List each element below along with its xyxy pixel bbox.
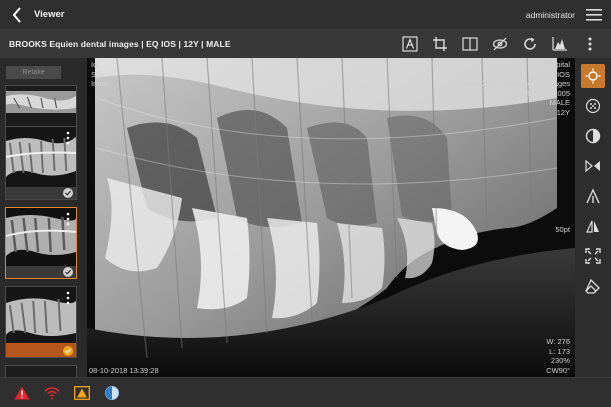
overlay-patient-fields: Id: Sex: Imag (91, 60, 108, 89)
more-options-icon[interactable] (66, 212, 70, 226)
overlay-line: MALE (549, 98, 570, 107)
wifi-error-icon[interactable] (44, 385, 60, 401)
eraser-icon[interactable] (581, 274, 605, 298)
overlay-line: W: 276 (546, 337, 570, 346)
image-toolbar (395, 33, 605, 55)
viewer-app: Viewer administrator BROOKS Equien denta… (0, 0, 611, 407)
overlay-line: DOB 08-15-2005 (513, 88, 570, 98)
hamburger-menu-icon[interactable] (585, 7, 603, 23)
xray-viewer[interactable]: Id: Sex: Imag Hospital EQ IOS BROOKS Equ… (87, 58, 575, 377)
split-view-icon[interactable] (455, 33, 485, 55)
top-bar: Viewer administrator (0, 0, 611, 30)
status-bar (0, 377, 611, 407)
thumbnail-item[interactable] (5, 126, 77, 200)
overlay-line: L: 173 (549, 346, 570, 356)
more-options-icon[interactable] (575, 33, 605, 55)
flip-horizontal-icon[interactable] (581, 154, 605, 178)
warning-icon[interactable] (74, 385, 90, 401)
overlay-timestamp: 08-10-2018 13:39:28 (89, 365, 159, 375)
more-options-icon[interactable] (66, 131, 70, 145)
thumbnail-item-selected[interactable] (5, 207, 77, 279)
check-icon (63, 267, 73, 277)
patient-info-bar: BROOKS Equien dental images | EQ IOS | 1… (0, 30, 611, 58)
overlay-study-info: Hospital EQ IOS BROOKS Equien dental ima… (464, 60, 570, 117)
check-icon (63, 346, 73, 356)
flip-vertical-icon[interactable] (581, 214, 605, 238)
chevron-left-icon (12, 6, 21, 23)
rotate-icon[interactable] (515, 33, 545, 55)
fit-to-screen-icon[interactable] (581, 244, 605, 268)
patient-header: BROOKS Equien dental images | EQ IOS | 1… (9, 39, 231, 49)
check-icon (63, 188, 73, 198)
overlay-line: Sex: (91, 69, 107, 79)
retake-button[interactable]: Retake (6, 66, 61, 79)
overlay-line: 230% (550, 356, 570, 365)
histogram-icon[interactable] (545, 33, 575, 55)
overlay-line: CW90° (546, 365, 570, 375)
overlay-line: Id: (91, 60, 100, 69)
adjustment-toolbar (575, 58, 611, 377)
annotation-icon[interactable] (395, 33, 425, 55)
overlay-window-level: W: 276 L: 173 230% CW90° (546, 337, 570, 375)
more-options-icon[interactable] (66, 291, 70, 305)
calibration-icon[interactable] (581, 184, 605, 208)
thumbnail-item[interactable] (5, 286, 77, 358)
sensor-status-icon[interactable] (104, 385, 120, 401)
overlay-line: BROOKS Equien dental images (463, 79, 570, 88)
back-button[interactable] (6, 0, 28, 30)
sharpen-icon[interactable] (581, 94, 605, 118)
hide-icon[interactable] (485, 33, 515, 55)
brightness-icon[interactable] (581, 64, 605, 88)
overlay-line: Imag (91, 79, 108, 88)
thumbnail-panel: Retake (0, 58, 87, 379)
user-name[interactable]: administrator (526, 10, 575, 20)
overlay-line: Hospital (542, 60, 570, 69)
overlay-line: 12Y (556, 107, 570, 117)
contrast-icon[interactable] (581, 124, 605, 148)
alert-icon[interactable] (14, 385, 30, 401)
overlay-line: EQ IOS (544, 69, 570, 79)
crop-icon[interactable] (425, 33, 455, 55)
scale-label: 50pt (555, 225, 570, 234)
app-title: Viewer (34, 9, 65, 20)
